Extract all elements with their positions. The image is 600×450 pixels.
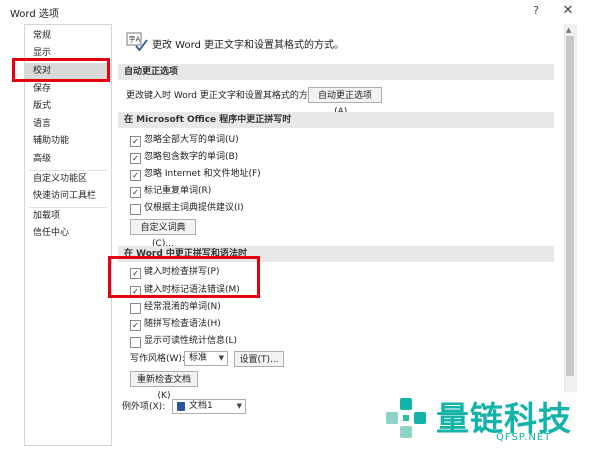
header-description: 更改 Word 更正文字和设置其格式的方式。 <box>152 40 345 51</box>
sidebar-item-accessibility[interactable]: 辅助功能 <box>25 133 111 150</box>
checkbox-main-dictionary-only[interactable] <box>130 204 141 215</box>
checkbox-ignore-uppercase[interactable]: ✓ <box>130 136 141 147</box>
check-spelling-label: 键入时检查拼写(P) <box>144 267 220 277</box>
document-icon <box>177 402 185 411</box>
exceptions-label: 例外项(X): <box>122 402 166 412</box>
watermark-site: QFSP.NET <box>496 432 552 443</box>
main-dictionary-only-label: 仅根据主词典提供建议(I) <box>144 203 244 213</box>
grammar-settings-button[interactable]: 设置(T)... <box>234 351 284 367</box>
confused-words-label: 经常混淆的单词(N) <box>144 302 221 312</box>
mark-grammar-label: 键入时标记语法错误(M) <box>144 285 240 295</box>
checkbox-mark-grammar[interactable]: ✓ <box>130 286 141 297</box>
sidebar-item-addins[interactable]: 加载项 <box>25 208 111 225</box>
chevron-down-icon: ▼ <box>218 354 224 362</box>
title-bar: Word 选项 ? ✕ <box>0 0 600 24</box>
chevron-down-icon: ▼ <box>236 402 242 410</box>
flag-repeated-label: 标记重复单词(R) <box>144 186 212 196</box>
autocorrect-options-button[interactable]: 自动更正选项(A)... <box>308 87 382 117</box>
sidebar-item-general[interactable]: 常规 <box>25 28 111 45</box>
close-button[interactable]: ✕ <box>560 3 576 19</box>
options-sidebar: 常规 显示 校对 保存 版式 语言 辅助功能 高级 自定义功能区 快速访问工具栏… <box>24 24 112 446</box>
checkbox-check-grammar[interactable]: ✓ <box>130 320 141 331</box>
autocorrect-label: 更改键入时 Word 更正文字和设置其格式的方式: <box>126 91 320 101</box>
checkbox-flag-repeated[interactable]: ✓ <box>130 187 141 198</box>
writing-style-value: 标准 <box>189 353 208 363</box>
sidebar-item-advanced[interactable]: 高级 <box>25 151 111 168</box>
section-autocorrect-title: 自动更正选项 <box>118 64 554 80</box>
ignore-numbers-label: 忽略包含数字的单词(B) <box>144 152 239 162</box>
checkbox-confused-words[interactable] <box>130 303 141 314</box>
svg-text:字A: 字A <box>129 35 141 44</box>
window-title: Word 选项 <box>10 9 59 20</box>
readability-label: 显示可读性统计信息(L) <box>144 336 238 346</box>
watermark-logo <box>386 398 426 438</box>
sidebar-item-trust-center[interactable]: 信任中心 <box>25 225 111 242</box>
scrollbar-thumb[interactable] <box>566 36 574 376</box>
abc-check-icon: 字A <box>126 32 148 52</box>
writing-style-select[interactable]: 标准 ▼ <box>184 351 228 366</box>
checkbox-readability[interactable] <box>130 337 141 348</box>
section-word-spelling-title: 在 Word 中更正拼写和语法时 <box>118 246 554 262</box>
checkbox-check-spelling[interactable]: ✓ <box>130 268 141 279</box>
sidebar-item-save[interactable]: 保存 <box>25 81 111 98</box>
sidebar-item-customize-ribbon[interactable]: 自定义功能区 <box>25 171 111 188</box>
sidebar-item-layout[interactable]: 版式 <box>25 98 111 115</box>
exceptions-document-value: 文档1 <box>189 401 213 411</box>
check-grammar-label: 随拼写检查语法(H) <box>144 319 221 329</box>
checkbox-ignore-internet[interactable]: ✓ <box>130 170 141 181</box>
section-office-spelling-title: 在 Microsoft Office 程序中更正拼写时 <box>118 112 554 128</box>
recheck-document-button[interactable]: 重新检查文档(K) <box>130 371 198 401</box>
ignore-internet-label: 忽略 Internet 和文件地址(F) <box>144 169 261 179</box>
help-button[interactable]: ? <box>528 3 544 19</box>
checkbox-ignore-numbers[interactable]: ✓ <box>130 153 141 164</box>
sidebar-item-language[interactable]: 语言 <box>25 116 111 133</box>
sidebar-item-proofing[interactable]: 校对 <box>25 63 111 80</box>
custom-dictionaries-button[interactable]: 自定义词典(C)... <box>130 219 196 249</box>
sidebar-item-display[interactable]: 显示 <box>25 45 111 62</box>
ignore-uppercase-label: 忽略全部大写的单词(U) <box>144 135 239 145</box>
exceptions-document-select[interactable]: 文档1 ▼ <box>172 399 246 414</box>
sidebar-item-quick-access-toolbar[interactable]: 快速访问工具栏 <box>25 188 111 205</box>
scroll-up-icon[interactable]: ▲ <box>566 26 571 34</box>
writing-style-label: 写作风格(W): <box>130 354 185 364</box>
